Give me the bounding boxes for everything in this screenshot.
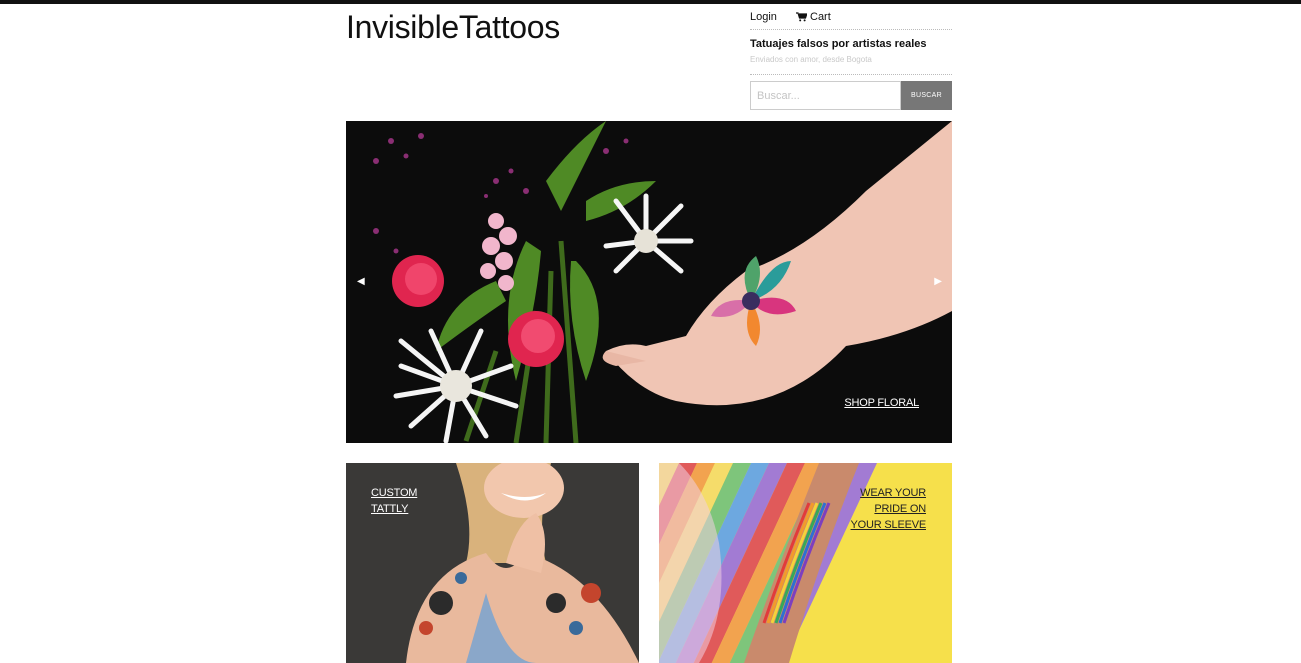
cart-link[interactable]: Cart xyxy=(796,11,831,23)
cta-line: TATTLY xyxy=(371,503,409,515)
site-logo[interactable]: InvisibleTattoos xyxy=(346,9,560,46)
search-input[interactable] xyxy=(750,81,901,110)
cta-line: PRIDE ON xyxy=(874,503,926,515)
top-bar xyxy=(0,0,1301,4)
custom-tattly-tile[interactable]: CUSTOM TATTLY xyxy=(346,463,639,663)
search-form: BUSCAR xyxy=(750,81,952,110)
arrow-left-icon[interactable]: ◀ xyxy=(357,276,365,287)
tagline: Tatuajes falsos por artistas reales xyxy=(750,38,927,50)
shop-floral-link[interactable]: SHOP FLORAL xyxy=(844,395,919,411)
user-links: Login Cart xyxy=(750,4,952,30)
header-sidebar: Login Cart Tatuajes falsos por artistas … xyxy=(750,4,952,110)
cart-label: Cart xyxy=(810,11,831,23)
divider xyxy=(750,74,952,75)
login-link[interactable]: Login xyxy=(750,11,777,23)
pride-link[interactable]: WEAR YOUR PRIDE ON YOUR SLEEVE xyxy=(850,485,927,533)
search-button[interactable]: BUSCAR xyxy=(901,81,952,110)
cta-line: YOUR SLEEVE xyxy=(850,519,927,531)
pride-tile[interactable]: WEAR YOUR PRIDE ON YOUR SLEEVE xyxy=(659,463,952,663)
custom-tattly-link[interactable]: CUSTOM TATTLY xyxy=(371,485,417,517)
sub-tagline: Enviados con amor, desde Bogota xyxy=(750,55,872,64)
cta-line: WEAR YOUR xyxy=(860,487,926,499)
cart-icon xyxy=(796,12,807,22)
cta-line: CUSTOM xyxy=(371,487,418,499)
arrow-right-icon[interactable]: ▶ xyxy=(934,276,942,287)
hero-slider[interactable]: ◀ ▶ SHOP FLORAL xyxy=(346,121,952,443)
